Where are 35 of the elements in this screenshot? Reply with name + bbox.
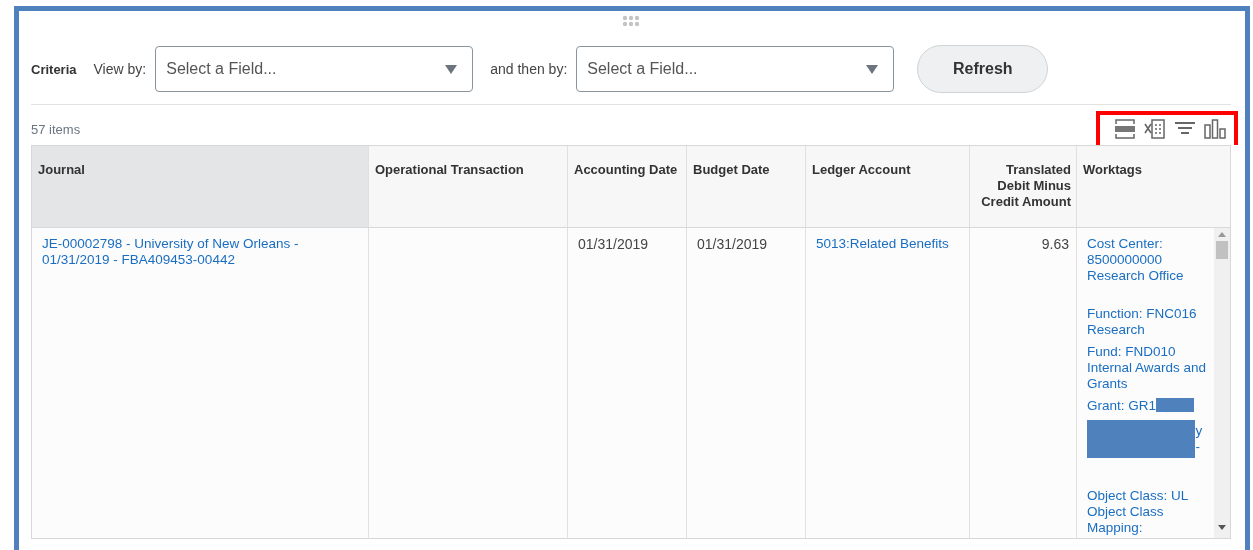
scroll-thumb[interactable]: [1216, 241, 1228, 259]
refresh-button[interactable]: Refresh: [917, 45, 1049, 93]
column-header[interactable]: Ledger Account: [805, 146, 969, 227]
dropdown-caret-icon: [445, 64, 458, 74]
column-header[interactable]: Budget Date: [686, 146, 805, 227]
column-header[interactable]: Operational Transaction: [368, 146, 567, 227]
worktag-link[interactable]: Fund: FND010 Internal Awards and Grants: [1087, 344, 1209, 392]
then-by-label: and then by:: [490, 61, 568, 77]
bar-chart-icon[interactable]: [1204, 119, 1226, 139]
scroll-up-icon[interactable]: [1218, 232, 1226, 237]
column-header[interactable]: Journal: [32, 146, 368, 227]
then-by-select[interactable]: Select a Field...: [576, 46, 895, 92]
column-header[interactable]: Accounting Date: [567, 146, 686, 227]
worktag-link[interactable]: y -: [1195, 423, 1210, 455]
table-cell: 01/31/2019: [578, 236, 649, 252]
item-count: 57 items: [31, 122, 81, 137]
scroll-down-icon[interactable]: [1218, 525, 1226, 530]
scrollbar[interactable]: [1214, 228, 1230, 538]
worktag-link[interactable]: Grant: GR1: [1087, 398, 1157, 414]
table-cell: 01/31/2019: [697, 236, 768, 252]
spreadsheet-export-icon[interactable]: [1144, 119, 1166, 139]
worktag-link[interactable]: Cost Center: 8500000000 Research Office: [1087, 236, 1209, 284]
dropdown-caret-icon: [866, 64, 879, 74]
filter-icon[interactable]: [1174, 121, 1196, 137]
column-header[interactable]: Translated Debit Minus Credit Amount: [969, 146, 1076, 227]
criteria-label: Criteria: [31, 61, 77, 77]
drag-handle-icon[interactable]: [622, 15, 640, 27]
column-header[interactable]: Worktags: [1076, 146, 1230, 227]
view-by-label: View by:: [93, 61, 147, 77]
worktag-link[interactable]: Object Class: UL Object Class Mapping:: [1087, 488, 1209, 536]
worktag-link[interactable]: Function: FNC016 Research: [1087, 306, 1209, 338]
view-by-select[interactable]: Select a Field...: [155, 46, 474, 92]
amount-cell: 9.63: [1041, 236, 1069, 252]
ledger-account-link[interactable]: 5013:Related Benefits: [816, 236, 962, 252]
journal-link[interactable]: JE-00002798 - University of New Orleans - 01/31/2019 - FBA409453-00442: [42, 236, 361, 268]
